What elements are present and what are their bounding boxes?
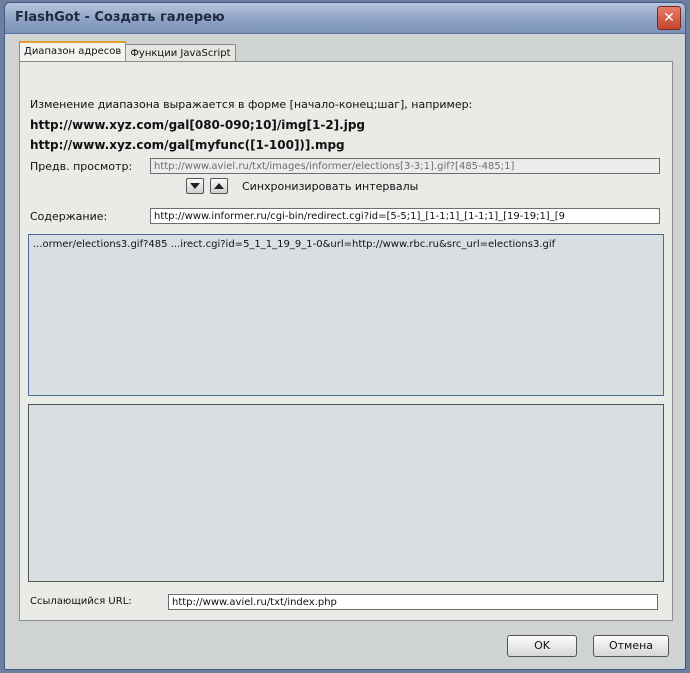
arrow-up-icon [214,183,224,189]
arrow-down-icon [190,183,200,189]
referrer-label: Ссылающийся URL: [30,596,132,607]
sync-intervals-label[interactable]: Синхронизировать интервалы [242,180,418,193]
cancel-button[interactable]: Отмена [593,635,669,657]
content-label: Содержание: [30,210,108,223]
gallery-preview-area [28,404,664,582]
help-text: Изменение диапазона выражается в форме [… [30,98,473,111]
example-url-1: http://www.xyz.com/gal[080-090;10]/img[1… [30,118,366,132]
results-list[interactable]: ...ormer/elections3.gif?485 ...irect.cgi… [28,234,664,396]
range-down-button[interactable] [186,178,204,194]
tab-address-range[interactable]: Диапазон адресов [19,41,127,63]
dialog-window: FlashGot - Создать галерею ✕ Диапазон ад… [4,2,686,670]
tab-bar: Диапазон адресов Функции JavaScript [19,41,236,63]
referrer-field[interactable]: http://www.aviel.ru/txt/index.php [168,594,658,610]
ok-button[interactable]: OK [507,635,577,657]
window-title: FlashGot - Создать галерею [15,10,225,25]
tab-panel: Изменение диапазона выражается в форме [… [19,61,673,621]
content-field[interactable]: http://www.informer.ru/cgi-bin/redirect.… [150,208,660,224]
close-button[interactable]: ✕ [657,6,681,30]
preview-label: Предв. просмотр: [30,160,133,173]
example-url-2: http://www.xyz.com/gal[myfunc([1-100])].… [30,138,345,152]
title-bar: FlashGot - Создать галерею ✕ [5,3,685,34]
results-list-item[interactable]: ...ormer/elections3.gif?485 ...irect.cgi… [33,239,555,250]
range-up-button[interactable] [210,178,228,194]
preview-field[interactable]: http://www.aviel.ru/txt/images/informer/… [150,158,660,174]
